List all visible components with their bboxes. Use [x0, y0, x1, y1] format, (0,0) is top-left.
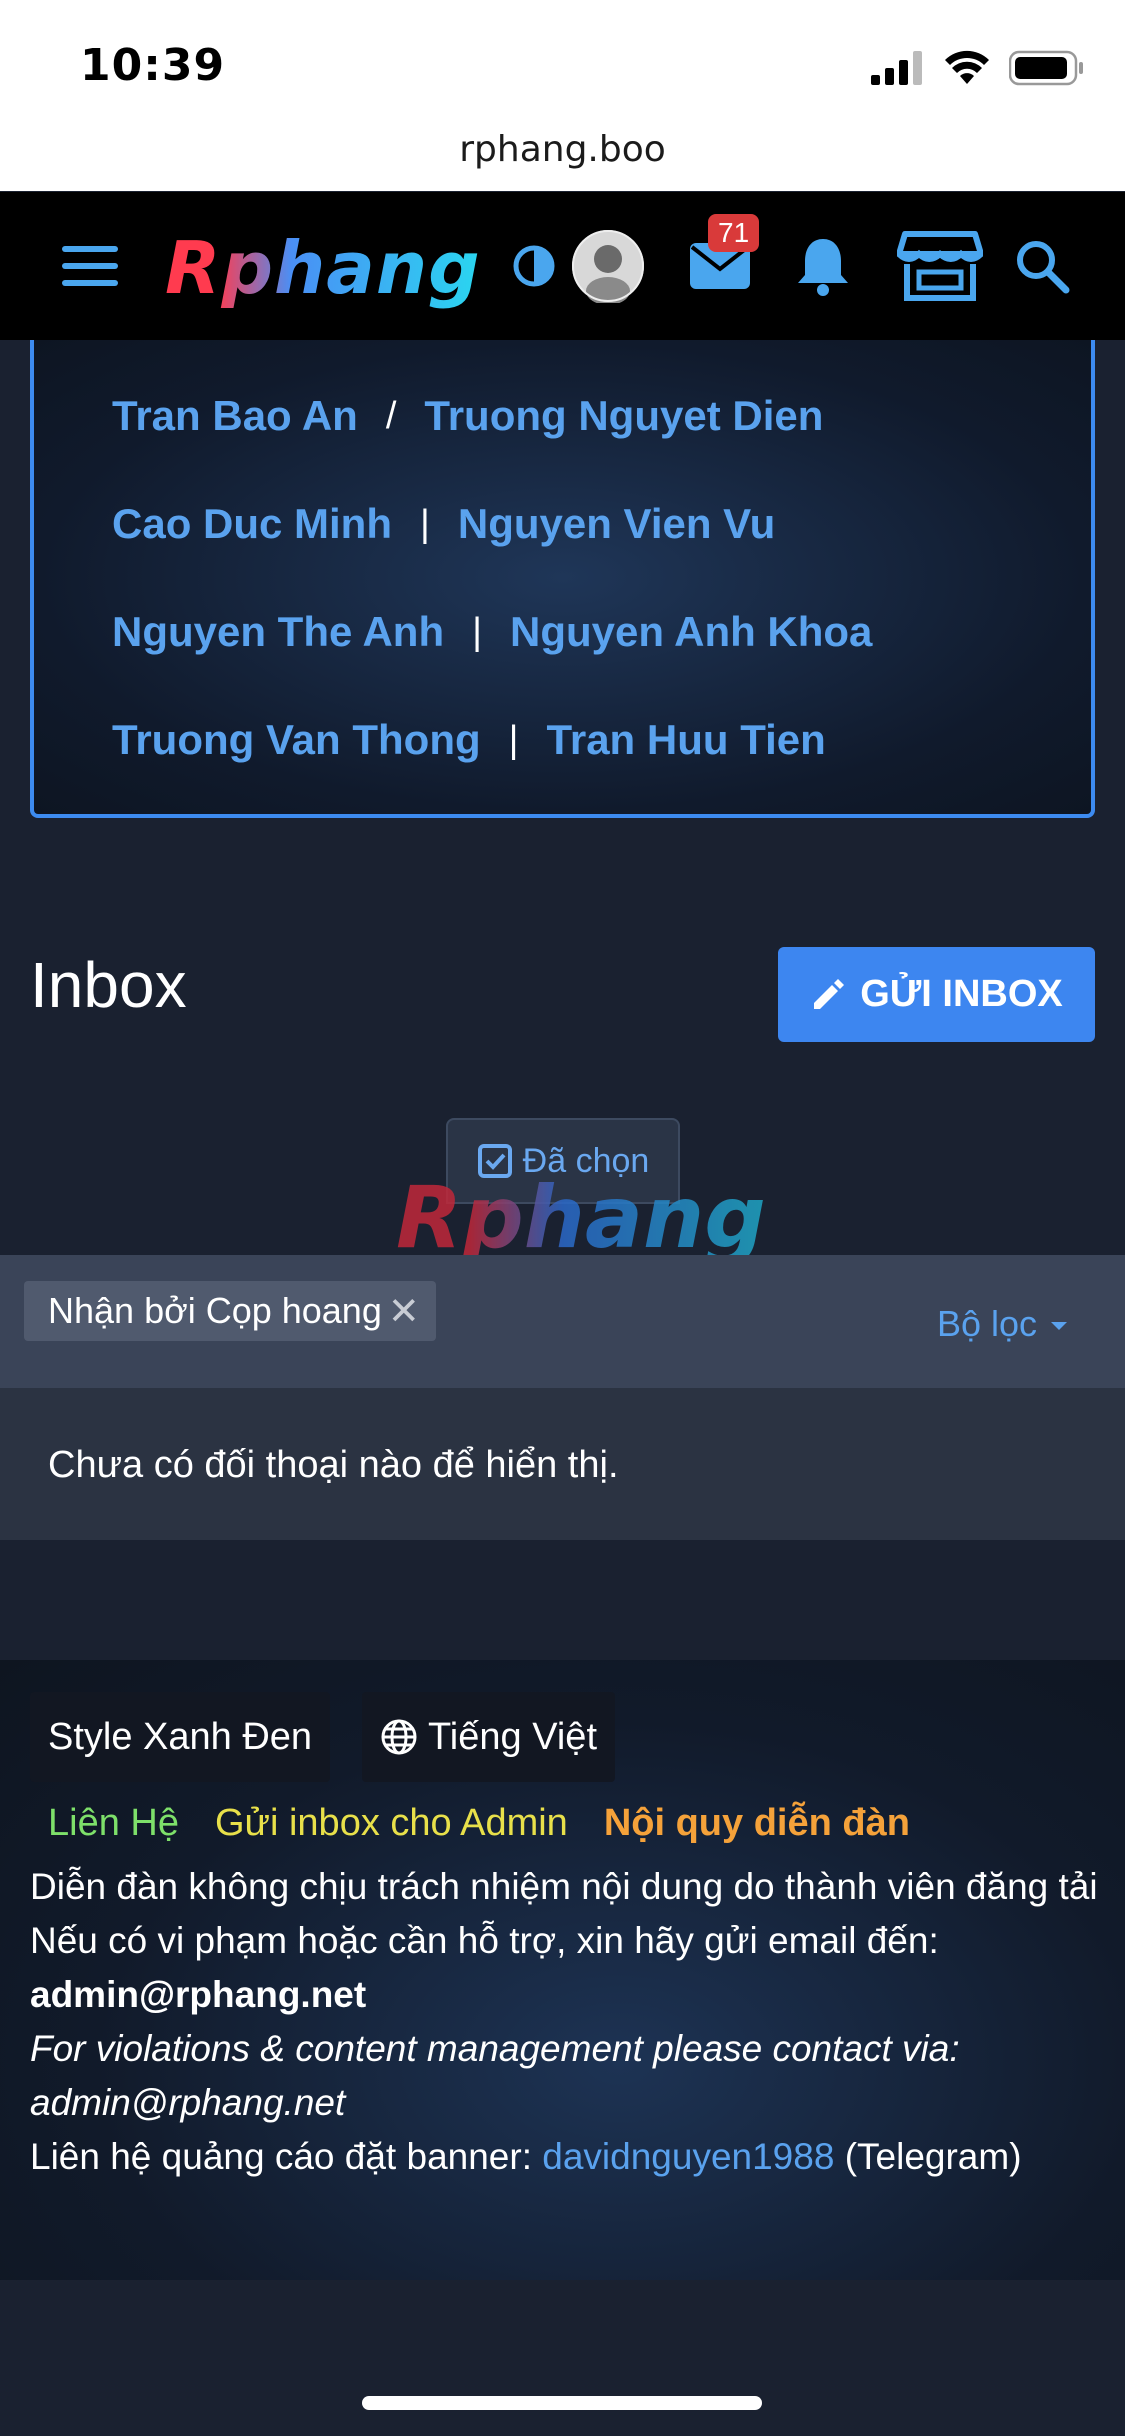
site-header: Rphang 71	[0, 192, 1125, 340]
hamburger-icon	[62, 246, 118, 286]
pencil-icon	[814, 978, 845, 1009]
store-icon	[897, 231, 983, 301]
send-inbox-label: GỬI INBOX	[860, 973, 1063, 1015]
store-button[interactable]	[894, 192, 986, 340]
member-link[interactable]: Nguyen Vien Vu	[458, 500, 775, 548]
separator: /	[385, 394, 397, 437]
url-bar[interactable]: rphang.boo	[0, 125, 1125, 191]
send-inbox-button[interactable]: GỬI INBOX	[778, 947, 1095, 1042]
empty-state: Chưa có đối thoại nào để hiển thị.	[0, 1388, 1125, 1540]
contact-link[interactable]: Liên Hệ	[48, 1802, 179, 1845]
ads-suffix: (Telegram)	[844, 2136, 1022, 2177]
avatar-button[interactable]	[570, 192, 646, 340]
ads-line: Liên hệ quảng cáo đặt banner: davidnguye…	[30, 2130, 1100, 2184]
ads-prefix: Liên hệ quảng cáo đặt banner:	[30, 2136, 532, 2177]
site-logo[interactable]: Rphang	[165, 226, 481, 310]
style-chooser-button[interactable]: Style Xanh Đen	[30, 1692, 331, 1782]
page-title: Inbox	[30, 949, 187, 1021]
footer-links: Liên Hệ Gửi inbox cho Admin Nội quy diễn…	[48, 1802, 910, 1845]
filter-chip-label: Nhận bởi Cọp hoang	[48, 1290, 382, 1331]
member-link[interactable]: Nguyen The Anh	[112, 608, 444, 656]
inbox-count-badge: 71	[708, 214, 760, 252]
filter-dropdown[interactable]: Bộ lọc	[937, 1303, 1067, 1345]
watermark-logo: Rphang	[396, 1168, 766, 1268]
member-link[interactable]: Truong Nguyet Dien	[424, 392, 823, 440]
style-chooser-label: Style Xanh Đen	[48, 1715, 313, 1758]
theme-toggle-button[interactable]	[508, 192, 560, 340]
battery-icon	[1009, 50, 1083, 86]
footer: Style Xanh Đen Tiếng Việt Liên Hệ Gửi in…	[0, 1660, 1125, 2280]
language-chooser-button[interactable]: Tiếng Việt	[362, 1692, 615, 1782]
name-row: Tran Bao An / Truong Nguyet Dien	[112, 392, 823, 440]
globe-icon	[381, 1719, 417, 1755]
contact-line: Nếu có vi phạm hoặc cần hỗ trợ, xin hãy …	[30, 1920, 939, 1961]
admin-inbox-link[interactable]: Gửi inbox cho Admin	[215, 1802, 568, 1845]
search-icon	[1017, 241, 1070, 294]
member-link[interactable]: Truong Van Thong	[112, 716, 481, 764]
signal-icon	[871, 51, 922, 85]
footer-text: Diễn đàn không chịu trách nhiệm nội dung…	[30, 1860, 1100, 2184]
notifications-button[interactable]	[790, 192, 856, 340]
member-link[interactable]: Nguyen Anh Khoa	[510, 608, 872, 656]
separator: |	[508, 718, 519, 761]
separator: |	[420, 502, 430, 545]
close-icon[interactable]: ✕	[388, 1289, 420, 1334]
name-row: Truong Van Thong | Tran Huu Tien	[112, 716, 826, 764]
contact-email: admin@rphang.net	[30, 1974, 367, 2015]
member-link[interactable]: Tran Huu Tien	[547, 716, 826, 764]
filter-bar: Nhận bởi Cọp hoang ✕ Bộ lọc	[0, 1255, 1125, 1388]
english-note: For violations & content management plea…	[30, 2028, 960, 2123]
members-panel: Tran Bao An / Truong Nguyet Dien Cao Duc…	[30, 340, 1095, 818]
language-chooser-label: Tiếng Việt	[428, 1715, 597, 1758]
status-time: 10:39	[80, 40, 226, 91]
status-icons	[871, 50, 1085, 86]
rules-link[interactable]: Nội quy diễn đàn	[604, 1802, 910, 1845]
home-indicator	[362, 2396, 762, 2410]
name-row: Cao Duc Minh | Nguyen Vien Vu	[112, 500, 775, 548]
wifi-icon	[945, 50, 989, 84]
filter-chip[interactable]: Nhận bởi Cọp hoang ✕	[24, 1281, 436, 1341]
member-link[interactable]: Cao Duc Minh	[112, 500, 392, 548]
menu-button[interactable]	[52, 192, 128, 340]
name-row: Nguyen The Anh | Nguyen Anh Khoa	[112, 608, 872, 656]
contrast-icon	[513, 245, 555, 287]
avatar	[572, 230, 644, 303]
telegram-link[interactable]: davidnguyen1988	[542, 2136, 834, 2177]
member-link[interactable]: Tran Bao An	[112, 392, 358, 440]
caret-down-icon	[1051, 1322, 1067, 1330]
disclaimer-text: Diễn đàn không chịu trách nhiệm nội dung…	[30, 1866, 1098, 1907]
status-bar: 10:39	[0, 0, 1125, 130]
search-button[interactable]	[1010, 192, 1074, 340]
filter-dropdown-label: Bộ lọc	[936, 1303, 1037, 1344]
bell-icon	[798, 239, 848, 296]
separator: |	[472, 610, 482, 653]
